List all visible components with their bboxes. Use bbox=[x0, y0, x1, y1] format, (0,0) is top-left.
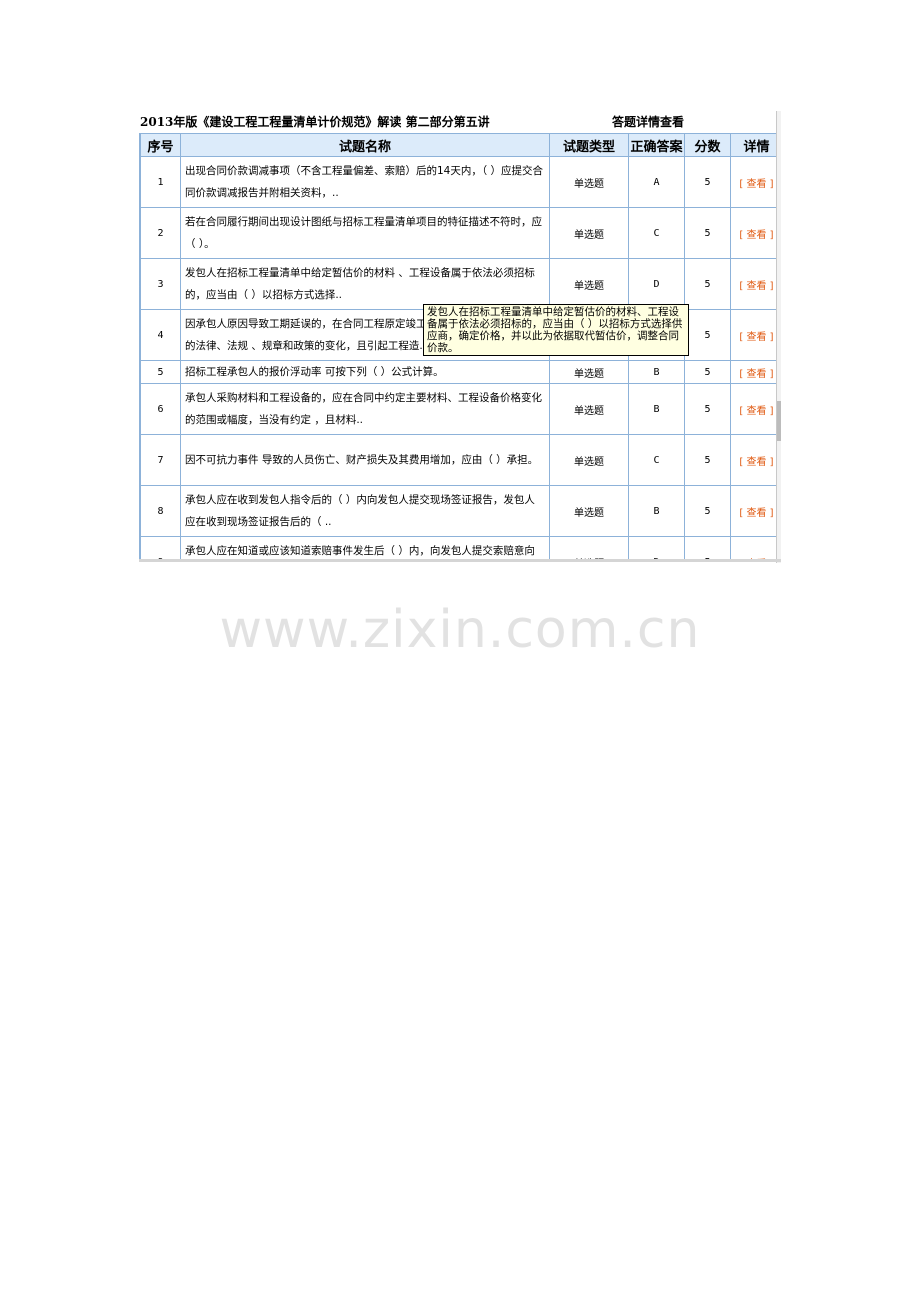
row-index: 6 bbox=[140, 383, 181, 435]
view-detail-link[interactable]: 查看 bbox=[747, 508, 767, 519]
correct-answer: C bbox=[628, 434, 685, 486]
detail-cell: [ 查看 ] bbox=[730, 536, 777, 559]
score: 5 bbox=[684, 360, 731, 384]
correct-answer: A bbox=[628, 156, 685, 208]
question-name: 出现合同价款调减事项（不含工程量偏差、索赔）后的14天内，（ ）应提交合同价款调… bbox=[180, 156, 550, 208]
table-row: 2 若在合同履行期间出现设计图纸与招标工程量清单项目的特征描述不符时，应（ ）。… bbox=[140, 207, 777, 259]
column-header-index: 序号 bbox=[140, 133, 181, 157]
table-row: 5 招标工程承包人的报价浮动率 可按下列（ ）公式计算。 单选题 B 5 [ 查… bbox=[140, 360, 777, 384]
column-header-answer: 正确答案 bbox=[628, 133, 685, 157]
column-header-name: 试题名称 bbox=[180, 133, 550, 157]
scrollbar-thumb[interactable] bbox=[777, 401, 781, 441]
question-type: 单选题 bbox=[549, 156, 629, 208]
page-subtitle: 答题详情查看 bbox=[612, 115, 685, 129]
score: 5 bbox=[684, 434, 731, 486]
view-detail-link[interactable]: 查看 bbox=[747, 406, 767, 417]
score: 5 bbox=[684, 156, 731, 208]
column-header-score: 分数 bbox=[684, 133, 731, 157]
question-name: 承包人采购材料和工程设备的，应在合同中约定主要材料、工程设备价格变化的范围或幅度… bbox=[180, 383, 550, 435]
row-index: 7 bbox=[140, 434, 181, 486]
detail-cell: [ 查看 ] bbox=[730, 485, 777, 537]
question-type: 单选题 bbox=[549, 383, 629, 435]
question-name: 若在合同履行期间出现设计图纸与招标工程量清单项目的特征描述不符时，应（ ）。 bbox=[180, 207, 550, 259]
view-detail-link[interactable]: 查看 bbox=[747, 230, 767, 241]
view-detail-link[interactable]: 查看 bbox=[747, 281, 767, 292]
question-name: 招标工程承包人的报价浮动率 可按下列（ ）公式计算。 bbox=[180, 360, 550, 384]
view-detail-link[interactable]: 查看 bbox=[747, 332, 767, 343]
row-index: 3 bbox=[140, 258, 181, 310]
detail-cell: [ 查看 ] bbox=[730, 383, 777, 435]
horizontal-scrollbar[interactable] bbox=[139, 559, 781, 562]
question-type: 单选题 bbox=[549, 485, 629, 537]
column-header-detail: 详情 bbox=[730, 133, 777, 157]
table-row: 1 出现合同价款调减事项（不含工程量偏差、索赔）后的14天内，（ ）应提交合同价… bbox=[140, 156, 777, 208]
table-header-row: 序号 试题名称 试题类型 正确答案 分数 详情 bbox=[140, 133, 777, 157]
question-tooltip: 发包人在招标工程量清单中给定暂估价的材料、工程设备属于依法必须招标的，应当由（ … bbox=[423, 304, 689, 356]
screenshot-frame: 2013年版《建设工程工程量清单计价规范》解读 第二部分第五讲 答题详情查看 序… bbox=[139, 111, 781, 563]
score: 5 bbox=[684, 207, 731, 259]
question-type: 单选题 bbox=[549, 258, 629, 310]
row-index: 9 bbox=[140, 536, 181, 559]
column-header-type: 试题类型 bbox=[549, 133, 629, 157]
vertical-scrollbar[interactable] bbox=[776, 111, 781, 563]
question-type: 单选题 bbox=[549, 207, 629, 259]
row-index: 5 bbox=[140, 360, 181, 384]
view-detail-link[interactable]: 查看 bbox=[747, 369, 767, 380]
question-name: 承包人应在收到发包人指令后的（ ）内向发包人提交现场签证报告，发包人应在收到现场… bbox=[180, 485, 550, 537]
correct-answer: B bbox=[628, 360, 685, 384]
question-type: 单选题 bbox=[549, 360, 629, 384]
view-detail-link[interactable]: 查看 bbox=[747, 457, 767, 468]
correct-answer: B bbox=[628, 485, 685, 537]
row-index: 8 bbox=[140, 485, 181, 537]
table-row: 8 承包人应在收到发包人指令后的（ ）内向发包人提交现场签证报告，发包人应在收到… bbox=[140, 485, 777, 537]
title-bar: 2013年版《建设工程工程量清单计价规范》解读 第二部分第五讲 答题详情查看 bbox=[139, 111, 781, 133]
row-index: 1 bbox=[140, 156, 181, 208]
table-row: 6 承包人采购材料和工程设备的，应在合同中约定主要材料、工程设备价格变化的范围或… bbox=[140, 383, 777, 435]
table-row: 9 承包人应在知道或应该知道索赔事件发生后（ ）内，向发包人提交索赔意向通知书，… bbox=[140, 536, 777, 559]
score: 5 bbox=[684, 485, 731, 537]
score: 5 bbox=[684, 258, 731, 310]
table-row: 7 因不可抗力事件 导致的人员伤亡、财产损失及其费用增加，应由（ ）承担。 单选… bbox=[140, 434, 777, 486]
correct-answer: D bbox=[628, 536, 685, 559]
question-type: 单选题 bbox=[549, 434, 629, 486]
score: 5 bbox=[684, 309, 731, 361]
question-name: 发包人在招标工程量清单中给定暂估价的材料 、工程设备属于依法必须招标的，应当由（… bbox=[180, 258, 550, 310]
score: 5 bbox=[684, 383, 731, 435]
detail-cell: [ 查看 ] bbox=[730, 309, 777, 361]
page-title: 2013年版《建设工程工程量清单计价规范》解读 第二部分第五讲 bbox=[140, 115, 490, 129]
correct-answer: D bbox=[628, 258, 685, 310]
question-name: 因不可抗力事件 导致的人员伤亡、财产损失及其费用增加，应由（ ）承担。 bbox=[180, 434, 550, 486]
row-index: 4 bbox=[140, 309, 181, 361]
detail-cell: [ 查看 ] bbox=[730, 156, 777, 208]
score: 5 bbox=[684, 536, 731, 559]
detail-cell: [ 查看 ] bbox=[730, 258, 777, 310]
view-detail-link[interactable]: 查看 bbox=[747, 179, 767, 190]
correct-answer: B bbox=[628, 383, 685, 435]
question-type: 单选题 bbox=[549, 536, 629, 559]
detail-cell: [ 查看 ] bbox=[730, 434, 777, 486]
row-index: 2 bbox=[140, 207, 181, 259]
detail-cell: [ 查看 ] bbox=[730, 207, 777, 259]
table-row: 3 发包人在招标工程量清单中给定暂估价的材料 、工程设备属于依法必须招标的，应当… bbox=[140, 258, 777, 310]
correct-answer: C bbox=[628, 207, 685, 259]
question-name: 承包人应在知道或应该知道索赔事件发生后（ ）内，向发包人提交索赔意向通知书，说明… bbox=[180, 536, 550, 559]
watermark: www.zixin.com.cn bbox=[219, 600, 701, 660]
detail-cell: [ 查看 ] bbox=[730, 360, 777, 384]
